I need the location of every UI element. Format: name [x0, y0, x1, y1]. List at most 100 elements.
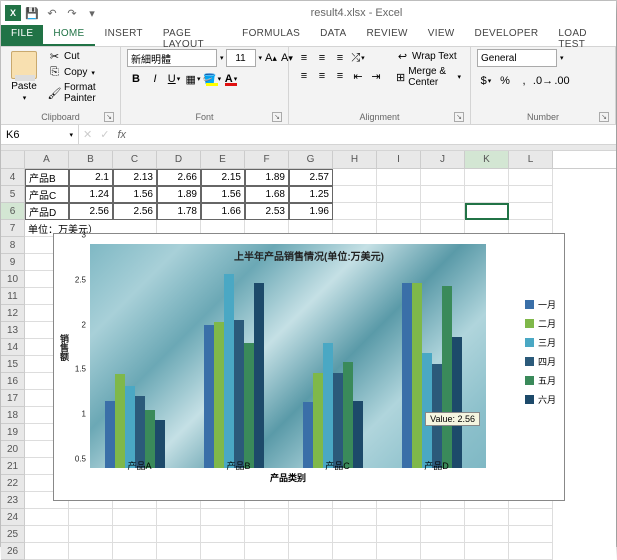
col-head[interactable]: J: [421, 151, 465, 168]
underline-button[interactable]: U▾: [165, 70, 183, 88]
cell[interactable]: [509, 526, 553, 543]
cell[interactable]: [333, 186, 377, 203]
chart[interactable]: 销售额 0.511.522.53 上半年产品销售情况(单位:万美元) 产品A产品…: [53, 233, 565, 501]
align-bottom-button[interactable]: ≡: [331, 49, 349, 67]
cell[interactable]: 1.56: [113, 186, 157, 203]
cell[interactable]: 1.68: [245, 186, 289, 203]
tab-load-test[interactable]: LOAD TEST: [548, 25, 616, 46]
cell[interactable]: [333, 509, 377, 526]
row-head[interactable]: 12: [1, 305, 25, 322]
bar[interactable]: [224, 274, 234, 468]
cell[interactable]: [465, 169, 509, 186]
col-head[interactable]: C: [113, 151, 157, 168]
cell[interactable]: [245, 543, 289, 560]
cell[interactable]: [201, 543, 245, 560]
bold-button[interactable]: B: [127, 70, 145, 88]
cell[interactable]: [421, 169, 465, 186]
cell[interactable]: 2.1: [69, 169, 113, 186]
row-head[interactable]: 18: [1, 407, 25, 424]
row-head[interactable]: 10: [1, 271, 25, 288]
cell[interactable]: [333, 169, 377, 186]
col-head[interactable]: L: [509, 151, 553, 168]
cell[interactable]: [509, 186, 553, 203]
cell[interactable]: [333, 543, 377, 560]
cell[interactable]: [69, 509, 113, 526]
cell[interactable]: 1.56: [201, 186, 245, 203]
row-head[interactable]: 24: [1, 509, 25, 526]
indent-inc-button[interactable]: ⇥: [367, 67, 385, 85]
cell[interactable]: 1.24: [69, 186, 113, 203]
cancel-formula-icon[interactable]: ✕: [83, 128, 92, 141]
bar[interactable]: [234, 320, 244, 468]
font-launcher[interactable]: ↘: [272, 112, 282, 122]
cell[interactable]: [421, 509, 465, 526]
cell[interactable]: 2.15: [201, 169, 245, 186]
percent-button[interactable]: %: [496, 72, 514, 90]
col-head[interactable]: D: [157, 151, 201, 168]
dec-decimal-button[interactable]: .00: [553, 72, 571, 90]
clipboard-launcher[interactable]: ↘: [104, 112, 114, 122]
indent-dec-button[interactable]: ⇤: [349, 67, 367, 85]
cell[interactable]: [157, 509, 201, 526]
cell[interactable]: [465, 543, 509, 560]
bar[interactable]: [254, 283, 264, 468]
cell[interactable]: [465, 509, 509, 526]
row-head[interactable]: 6: [1, 203, 25, 220]
tab-home[interactable]: HOME: [43, 25, 94, 46]
font-color-button[interactable]: A▾: [222, 70, 240, 88]
cell[interactable]: [333, 203, 377, 220]
number-format-select[interactable]: [477, 49, 557, 67]
bar[interactable]: [402, 283, 412, 468]
row-head[interactable]: 20: [1, 441, 25, 458]
qat-undo-icon[interactable]: ↶: [43, 4, 61, 22]
cell[interactable]: 1.78: [157, 203, 201, 220]
cell[interactable]: [289, 526, 333, 543]
cell[interactable]: [509, 203, 553, 220]
row-head[interactable]: 15: [1, 356, 25, 373]
cell[interactable]: [157, 543, 201, 560]
italic-button[interactable]: I: [146, 70, 164, 88]
align-middle-button[interactable]: ≡: [313, 49, 331, 67]
row-head[interactable]: 7: [1, 220, 25, 237]
cell[interactable]: [377, 526, 421, 543]
bar[interactable]: [343, 362, 353, 468]
cell[interactable]: [377, 203, 421, 220]
bar[interactable]: [353, 401, 363, 468]
orientation-button[interactable]: ⤮▾: [349, 49, 367, 67]
border-button[interactable]: ▦▾: [184, 70, 202, 88]
cell[interactable]: 2.66: [157, 169, 201, 186]
cell[interactable]: [421, 203, 465, 220]
cell[interactable]: 产品C: [25, 186, 69, 203]
cell[interactable]: [465, 526, 509, 543]
align-right-button[interactable]: ≡: [331, 67, 349, 85]
cell[interactable]: [333, 526, 377, 543]
wrap-text-button[interactable]: ↩Wrap Text: [393, 49, 464, 64]
cell[interactable]: [421, 543, 465, 560]
bar[interactable]: [135, 396, 145, 468]
row-head[interactable]: 14: [1, 339, 25, 356]
bar[interactable]: [244, 343, 254, 468]
col-head[interactable]: G: [289, 151, 333, 168]
col-head[interactable]: A: [25, 151, 69, 168]
align-center-button[interactable]: ≡: [313, 67, 331, 85]
cell[interactable]: [421, 186, 465, 203]
cell[interactable]: [465, 186, 509, 203]
cut-button[interactable]: ✂Cut: [45, 49, 114, 64]
qat-save-icon[interactable]: 💾: [23, 4, 41, 22]
tab-formulas[interactable]: FORMULAS: [232, 25, 310, 46]
row-head[interactable]: 16: [1, 373, 25, 390]
qat-customize-icon[interactable]: ▾: [83, 4, 101, 22]
cell[interactable]: [245, 526, 289, 543]
cell[interactable]: [509, 543, 553, 560]
cell[interactable]: [25, 509, 69, 526]
fill-color-button[interactable]: 🪣▾: [203, 70, 221, 88]
cell[interactable]: [113, 526, 157, 543]
cell[interactable]: [465, 203, 509, 220]
row-head[interactable]: 22: [1, 475, 25, 492]
cell[interactable]: [25, 543, 69, 560]
bar[interactable]: [125, 386, 135, 468]
cell[interactable]: [69, 526, 113, 543]
bar[interactable]: [412, 283, 422, 468]
cell[interactable]: [113, 543, 157, 560]
number-launcher[interactable]: ↘: [599, 112, 609, 122]
